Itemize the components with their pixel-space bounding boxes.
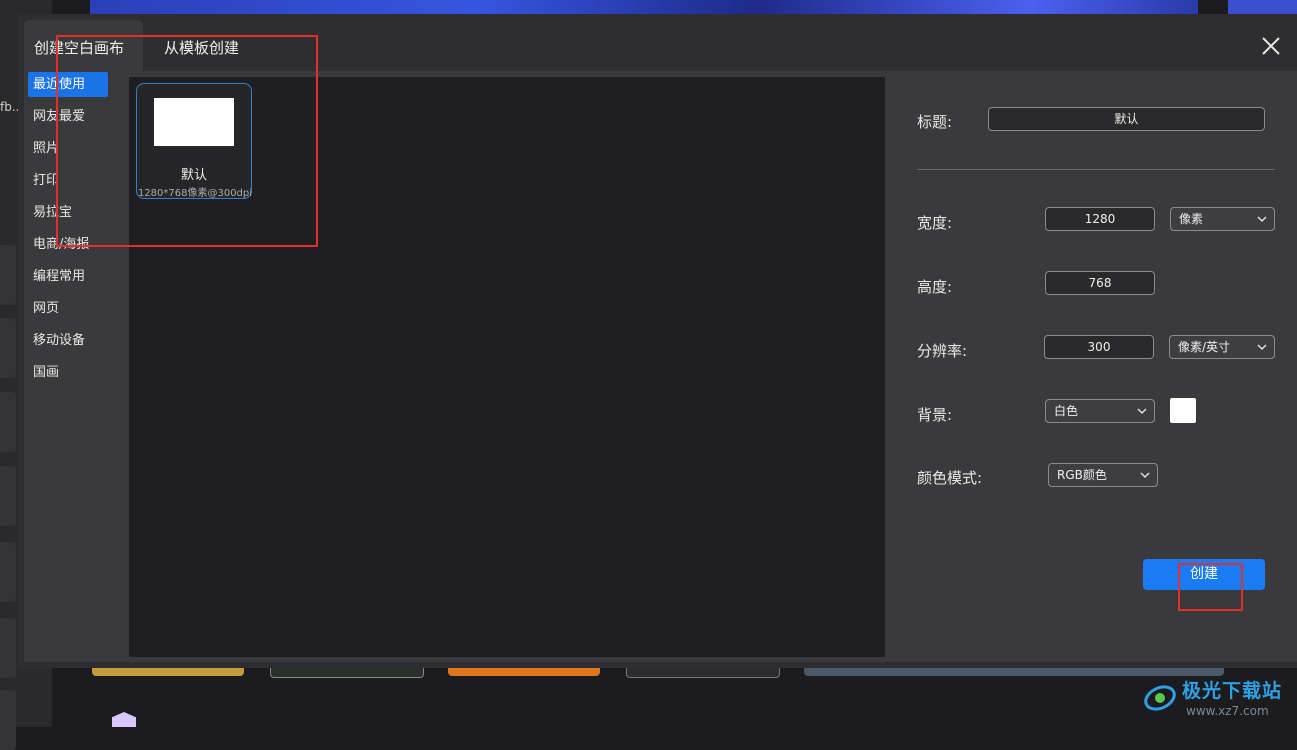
category-mobile[interactable]: 移动设备: [28, 328, 108, 353]
background-banner-right: [1228, 0, 1297, 14]
background-banner: [90, 0, 1198, 14]
color-mode-label: 颜色模式:: [917, 469, 983, 487]
background-sidebar-item: [0, 542, 16, 602]
resolution-unit-value: 像素/英寸: [1178, 340, 1231, 354]
annotation-box-create: [1178, 563, 1243, 611]
width-unit-select[interactable]: 像素: [1170, 207, 1275, 231]
height-label: 高度:: [917, 278, 953, 296]
background-sidebar-item: [0, 392, 16, 452]
watermark-url: www.xz7.com: [1186, 704, 1269, 718]
chevron-down-icon: [1257, 344, 1267, 351]
background-select[interactable]: 白色: [1045, 399, 1155, 423]
category-webpage[interactable]: 网页: [28, 296, 108, 321]
color-mode-value: RGB颜色: [1057, 468, 1107, 482]
watermark-title: 极光下载站: [1182, 680, 1283, 702]
divider: [917, 169, 1275, 170]
background-value: 白色: [1054, 404, 1079, 418]
category-chinese-painting[interactable]: 国画: [28, 360, 108, 385]
watermark: 极光下载站 www.xz7.com: [1140, 676, 1290, 722]
height-input[interactable]: 768: [1045, 271, 1155, 295]
background-logo-icon: [112, 712, 136, 727]
annotation-box-tabs: [56, 35, 318, 247]
background-sidebar-text: fb..: [0, 100, 20, 114]
chevron-down-icon: [1257, 216, 1267, 223]
background-label: 背景:: [917, 406, 953, 424]
title-input[interactable]: 默认: [988, 107, 1265, 131]
resolution-unit-select[interactable]: 像素/英寸: [1169, 335, 1275, 359]
category-programming[interactable]: 编程常用: [28, 264, 108, 289]
chevron-down-icon: [1137, 408, 1147, 415]
background-sidebar-item: [0, 245, 16, 305]
chevron-down-icon: [1140, 472, 1150, 479]
close-button[interactable]: [1258, 33, 1284, 59]
background-sidebar-item: [0, 618, 16, 678]
resolution-label: 分辨率:: [917, 342, 968, 360]
background-color-swatch[interactable]: [1170, 398, 1196, 423]
resolution-input[interactable]: 300: [1044, 335, 1154, 359]
close-icon: [1262, 37, 1280, 55]
background-sidebar-item: [0, 690, 16, 750]
width-input[interactable]: 1280: [1045, 207, 1155, 231]
background-sidebar-item: [0, 318, 16, 378]
title-label: 标题:: [917, 113, 953, 131]
color-mode-select[interactable]: RGB颜色: [1048, 463, 1158, 487]
watermark-logo-icon: [1144, 685, 1176, 711]
width-unit-value: 像素: [1179, 212, 1204, 226]
background-sidebar-item: [0, 466, 16, 526]
width-label: 宽度:: [917, 214, 953, 232]
